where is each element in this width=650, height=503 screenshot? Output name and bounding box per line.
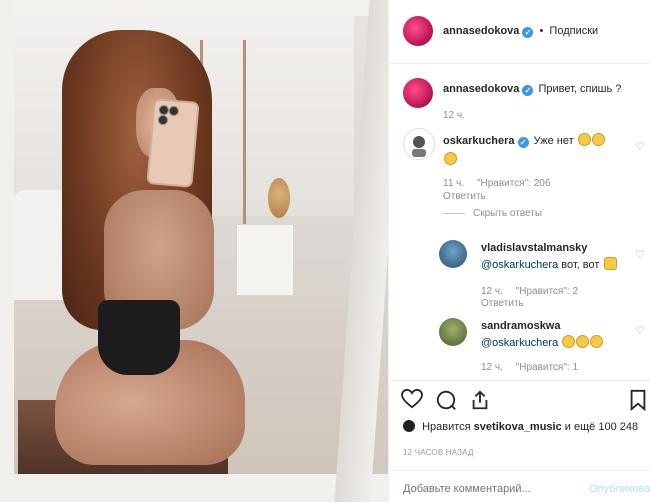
liker-username[interactable]: svetikova_music — [474, 421, 562, 433]
reply-time[interactable]: 12 ч. — [481, 286, 503, 297]
publish-button[interactable]: Опубликовать — [589, 483, 650, 495]
verified-icon: ✓ — [522, 27, 534, 38]
reply-author[interactable]: sandramoskwa — [481, 320, 560, 332]
likes-prefix: Нравится — [422, 421, 471, 433]
comment-meta: 11 ч. "Нравится": 206 — [443, 178, 550, 189]
reply-message: вот, вот — [561, 259, 600, 271]
grin-emoji-icon — [591, 133, 605, 146]
comment-time[interactable]: 11 ч. — [443, 178, 464, 189]
reply-mention-link[interactable]: @oskarkuchera — [481, 259, 558, 271]
comment-like-heart-icon[interactable]: ♡ — [635, 140, 645, 153]
like-heart-icon[interactable] — [401, 388, 423, 415]
mirror-frame-bottom — [0, 474, 388, 502]
verified-icon: ✓ — [517, 137, 529, 148]
comment-input[interactable] — [403, 483, 563, 495]
reply-avatar[interactable] — [439, 240, 467, 268]
grin-emoji-icon — [576, 335, 590, 348]
reply-text: @oskarkuchera — [481, 335, 604, 349]
liker-avatar[interactable] — [403, 420, 415, 432]
likes-summary: Нравится svetikova_music и ещё 100 248 — [403, 420, 638, 433]
thumbs-emoji-icon — [603, 257, 617, 270]
caption-text: Привет, спишь ? — [538, 83, 622, 95]
caption-time[interactable]: 12 ч. — [443, 110, 465, 121]
comment-text: Уже нет — [533, 135, 574, 147]
action-bar — [389, 380, 650, 421]
camera-lens — [168, 105, 180, 117]
caption-author-name[interactable]: annasedokova — [443, 83, 519, 95]
caption-author[interactable]: annasedokova ✓ Привет, спишь ? — [443, 83, 621, 96]
commenter-avatar[interactable] — [403, 128, 435, 160]
reply-like-heart-icon[interactable]: ♡ — [635, 248, 645, 261]
camera-lens — [158, 104, 170, 116]
reply-text: @oskarkuchera вот, вот — [481, 257, 617, 271]
post-sidebar: annasedokova ✓ • Подписки annasedokova ✓ П… — [388, 0, 650, 502]
commenter-portrait-icon — [412, 136, 426, 157]
grin-emoji-icon — [577, 133, 591, 146]
grin-emoji-icon — [444, 152, 457, 165]
mirror-frame-left — [0, 0, 14, 502]
share-icon[interactable] — [469, 389, 491, 417]
reply-reply-button[interactable]: Ответить — [481, 298, 524, 309]
post-timestamp[interactable]: 12 ЧАСОВ НАЗАД — [403, 448, 474, 457]
author-name-text[interactable]: annasedokova — [443, 25, 519, 37]
toggle-replies-label[interactable]: Скрыть ответы — [473, 208, 542, 219]
author-avatar[interactable] — [403, 16, 433, 46]
photo-table — [236, 224, 294, 296]
reply-meta: 12 ч. "Нравится": 1 — [481, 362, 578, 373]
mirror-frame-top — [0, 0, 388, 16]
comment-reply-button[interactable]: Ответить — [443, 191, 486, 202]
post-header: annasedokova ✓ • Подписки — [389, 0, 650, 64]
separator-dot: • — [539, 25, 544, 37]
photo-bottoms — [98, 300, 180, 375]
likes-count[interactable]: и ещё 100 248 — [565, 421, 638, 433]
reply-avatar[interactable] — [439, 318, 467, 346]
reply-meta: 12 ч. "Нравится": 2 — [481, 286, 578, 297]
post-photo[interactable] — [0, 0, 388, 502]
reply-time[interactable]: 12 ч. — [481, 362, 503, 373]
comment-author[interactable]: oskarkuchera ✓ Уже нет — [443, 133, 605, 148]
reply-like-count[interactable]: "Нравится": 2 — [516, 286, 578, 297]
photo-phone — [146, 98, 200, 188]
grin-emoji-icon — [590, 335, 604, 348]
author-username[interactable]: annasedokova ✓ • Подписки — [443, 25, 598, 38]
grin-emoji-icon — [562, 335, 576, 348]
caption-avatar[interactable] — [403, 78, 433, 108]
comment-bubble-icon[interactable] — [435, 389, 457, 417]
reply-like-heart-icon[interactable]: ♡ — [635, 324, 645, 337]
toggle-replies-button[interactable]: Скрыть ответы — [443, 208, 542, 219]
camera-lens — [157, 114, 169, 126]
follow-status-button[interactable]: Подписки — [549, 25, 598, 37]
comment-author-name[interactable]: oskarkuchera — [443, 135, 515, 147]
reply-like-count[interactable]: "Нравится": 1 — [516, 362, 578, 373]
comment-text-continued — [443, 150, 457, 168]
comment-like-count[interactable]: "Нравится": 206 — [477, 178, 550, 189]
replies-divider — [443, 212, 465, 214]
reply-author[interactable]: vladislavstalmansky — [481, 242, 587, 254]
photo-lamp — [268, 178, 290, 218]
verified-icon: ✓ — [522, 85, 534, 96]
comment-bar: Опубликовать — [389, 470, 650, 503]
reply-mention-link[interactable]: @oskarkuchera — [481, 337, 558, 349]
bookmark-icon[interactable] — [629, 389, 647, 417]
